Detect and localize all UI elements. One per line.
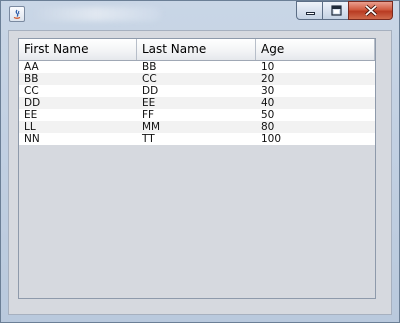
cell-first-name[interactable]: BB (19, 73, 137, 85)
cell-age[interactable]: 40 (256, 97, 375, 109)
table-row[interactable]: DD EE 40 (19, 97, 375, 109)
cell-first-name[interactable]: EE (19, 109, 137, 121)
close-icon (364, 4, 378, 17)
cell-first-name[interactable]: NN (19, 133, 137, 145)
column-header-age[interactable]: Age (256, 39, 375, 60)
table-row[interactable]: NN TT 100 (19, 133, 375, 145)
column-header-first-name[interactable]: First Name (19, 39, 137, 60)
app-window: First Name Last Name Age AA BB 10 BB CC … (0, 0, 400, 323)
table-row[interactable]: LL MM 80 (19, 121, 375, 133)
cell-first-name[interactable]: CC (19, 85, 137, 97)
maximize-icon (331, 5, 342, 16)
cell-last-name[interactable]: EE (137, 97, 256, 109)
window-title (31, 7, 161, 21)
minimize-icon (306, 12, 315, 15)
cell-last-name[interactable]: TT (137, 133, 256, 145)
cell-first-name[interactable]: AA (19, 61, 137, 73)
cell-last-name[interactable]: BB (137, 61, 256, 73)
cell-first-name[interactable]: DD (19, 97, 137, 109)
title-bar[interactable] (1, 1, 399, 25)
cell-age[interactable]: 50 (256, 109, 375, 121)
cell-first-name[interactable]: LL (19, 121, 137, 133)
java-icon[interactable] (9, 6, 25, 22)
close-button[interactable] (348, 1, 393, 20)
cell-age[interactable]: 100 (256, 133, 375, 145)
cell-last-name[interactable]: DD (137, 85, 256, 97)
table-header: First Name Last Name Age (19, 39, 375, 61)
minimize-button[interactable] (296, 1, 323, 20)
column-header-last-name[interactable]: Last Name (137, 39, 256, 60)
cell-last-name[interactable]: MM (137, 121, 256, 133)
cell-age[interactable]: 80 (256, 121, 375, 133)
cell-last-name[interactable]: FF (137, 109, 256, 121)
maximize-button[interactable] (322, 1, 349, 20)
table-body: AA BB 10 BB CC 20 CC DD 30 DD EE 40 EE F (19, 61, 375, 145)
cell-age[interactable]: 20 (256, 73, 375, 85)
table-row[interactable]: AA BB 10 (19, 61, 375, 73)
cell-last-name[interactable]: CC (137, 73, 256, 85)
table-row[interactable]: BB CC 20 (19, 73, 375, 85)
table-row[interactable]: EE FF 50 (19, 109, 375, 121)
table-row[interactable]: CC DD 30 (19, 85, 375, 97)
cell-age[interactable]: 10 (256, 61, 375, 73)
cell-age[interactable]: 30 (256, 85, 375, 97)
table-scroll-pane[interactable]: First Name Last Name Age AA BB 10 BB CC … (18, 38, 376, 299)
